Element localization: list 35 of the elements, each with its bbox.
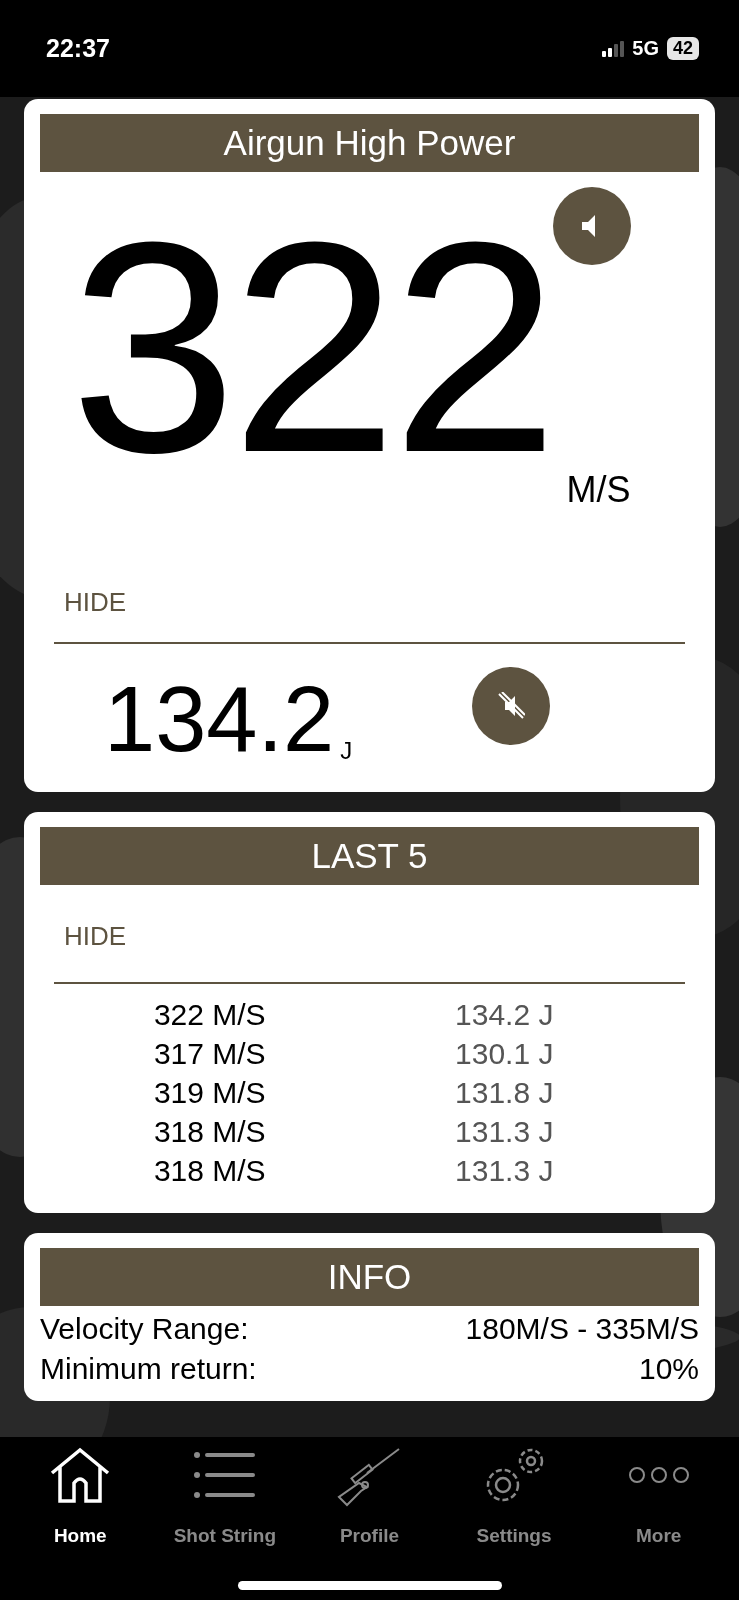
more-icon bbox=[626, 1467, 691, 1483]
info-value: 10% bbox=[638, 1352, 699, 1386]
energy-unit: J bbox=[340, 737, 353, 765]
info-label: Velocity Range: bbox=[40, 1312, 249, 1346]
velocity-unit: M/S bbox=[566, 469, 631, 511]
velocity-value: 322 bbox=[70, 197, 553, 497]
shot-velocity: 317 M/S bbox=[153, 1037, 266, 1071]
shot-energy: 134.2 J bbox=[455, 998, 554, 1032]
signal-icon bbox=[602, 40, 625, 57]
list-tab[interactable]: Shot String bbox=[152, 1447, 298, 1547]
network-label: 5G bbox=[632, 37, 659, 60]
shot-velocity: 318 M/S bbox=[153, 1154, 266, 1188]
card-title: INFO bbox=[40, 1248, 699, 1306]
gears-tab[interactable]: Settings bbox=[441, 1447, 587, 1547]
hide-link[interactable]: HIDE bbox=[64, 921, 127, 952]
card-title: Airgun High Power bbox=[40, 114, 699, 172]
shot-velocity: 319 M/S bbox=[153, 1076, 266, 1110]
shot-energy: 131.3 J bbox=[455, 1154, 554, 1188]
info-label: Minimum return: bbox=[40, 1352, 257, 1386]
status-time: 22:37 bbox=[46, 34, 110, 63]
shot-energy: 131.8 J bbox=[455, 1076, 554, 1110]
shot-energy: 131.3 J bbox=[455, 1115, 554, 1149]
muted-speaker-icon bbox=[497, 692, 526, 720]
rifle-tab[interactable]: Profile bbox=[297, 1447, 442, 1547]
energy-value: 134.2 bbox=[104, 673, 335, 765]
rifle-icon bbox=[337, 1447, 402, 1507]
card-title: LAST 5 bbox=[40, 827, 699, 885]
info-value: 180M/S - 335M/S bbox=[465, 1312, 699, 1346]
shot-energy: 130.1 J bbox=[455, 1037, 554, 1071]
shot-velocity: 318 M/S bbox=[153, 1115, 266, 1149]
more-tab[interactable]: More bbox=[586, 1447, 731, 1547]
shot-velocity: 322 M/S bbox=[153, 998, 266, 1032]
battery-indicator: 42 bbox=[666, 37, 699, 60]
home-tab[interactable]: Home bbox=[8, 1447, 153, 1547]
hide-link[interactable]: HIDE bbox=[64, 587, 127, 618]
